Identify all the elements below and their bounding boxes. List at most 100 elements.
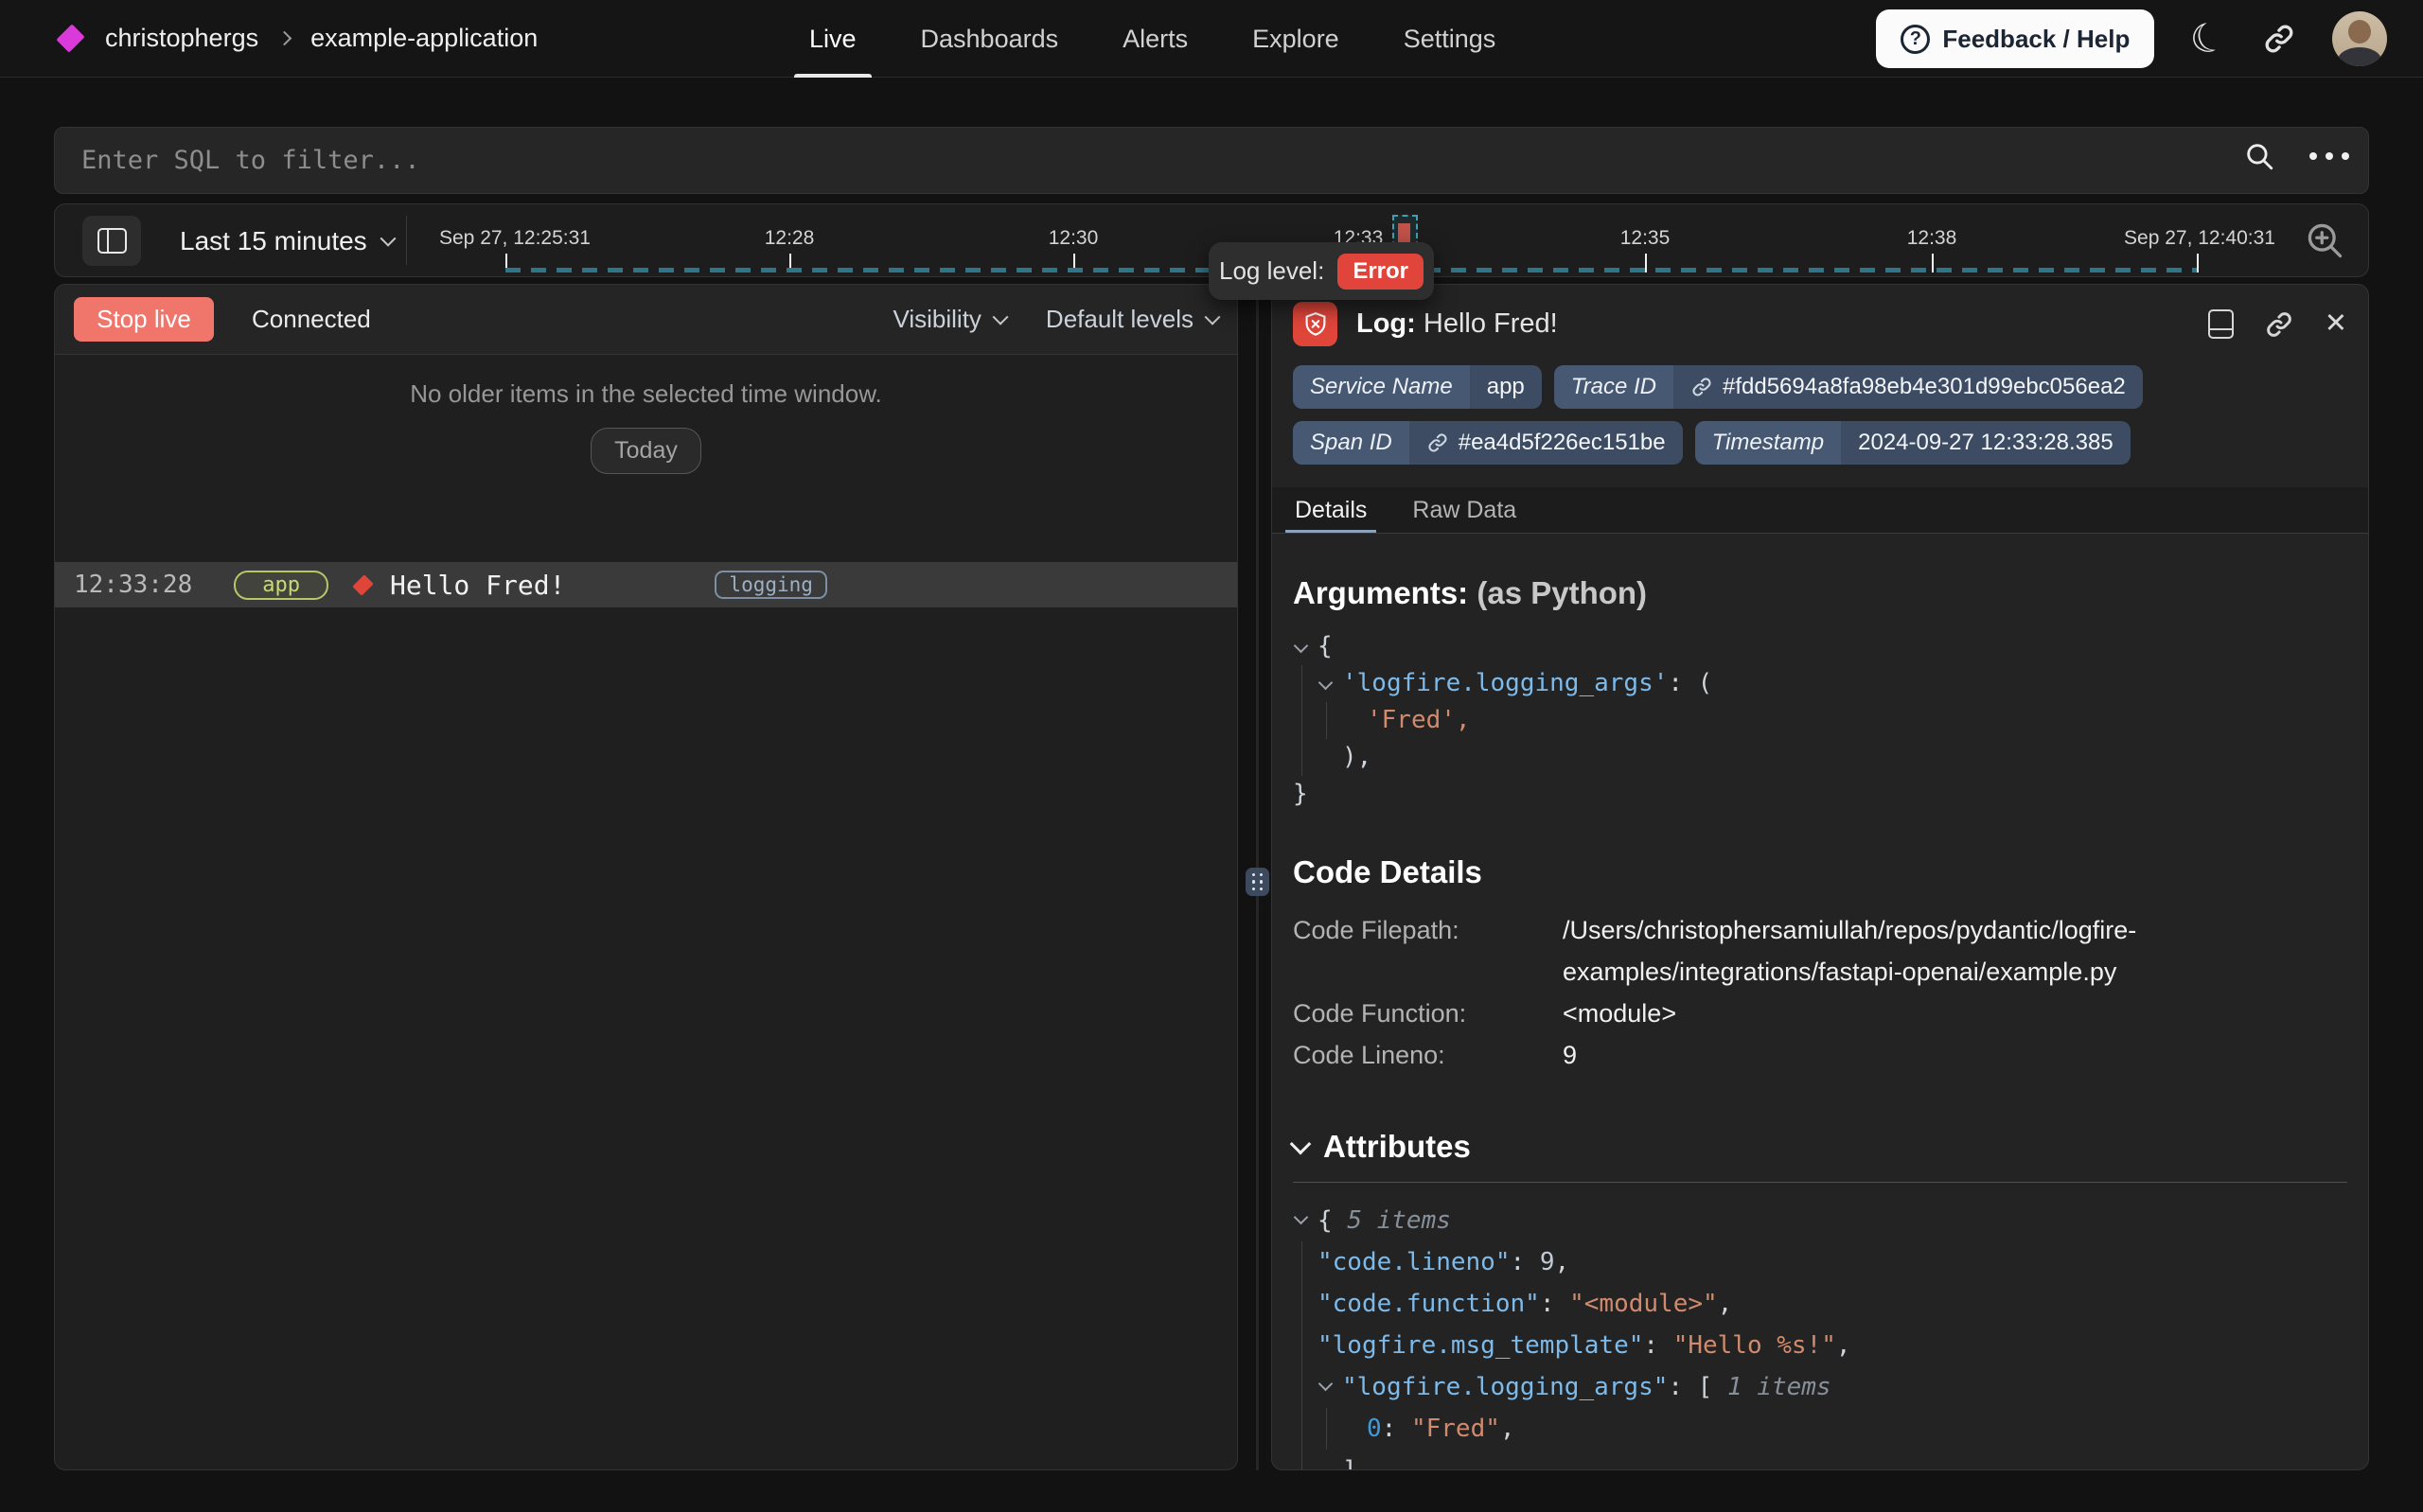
arguments-heading: Arguments: (as Python) <box>1293 575 2347 611</box>
link-icon <box>1426 431 1449 454</box>
arguments-python-tree[interactable]: {'logfire.logging_args': ('Fred',),} <box>1293 628 2347 813</box>
tab-dashboards[interactable]: Dashboards <box>921 0 1059 78</box>
code-details-heading: Code Details <box>1293 854 2347 890</box>
kv-value: /Users/christophersamiullah/repos/pydant… <box>1563 909 2216 993</box>
tab-details[interactable]: Details <box>1295 487 1367 533</box>
code-details-rows: Code Filepath: /Users/christophersamiull… <box>1293 909 2347 1076</box>
avatar-head <box>2348 20 2371 44</box>
error-shield-icon <box>1293 302 1337 346</box>
log-timestamp: 12:33:28 <box>74 571 192 599</box>
tab-live[interactable]: Live <box>809 0 857 78</box>
collapse-chevron-icon[interactable] <box>1290 1134 1312 1155</box>
zoom-in-icon <box>2304 220 2345 261</box>
time-range-label: Last 15 minutes <box>180 226 367 256</box>
service-tag[interactable]: app <box>234 571 328 600</box>
sidebar-toggle-button[interactable] <box>82 216 141 266</box>
divider <box>406 216 407 265</box>
code-function-row: Code Function: <module> <box>1293 993 2347 1034</box>
kv-value: <module> <box>1563 993 1676 1034</box>
panel-left-icon <box>97 228 127 254</box>
filter-icons <box>2243 140 2349 172</box>
connection-status: Connected <box>252 305 371 334</box>
close-icon[interactable]: ✕ <box>2325 310 2347 338</box>
user-avatar[interactable] <box>2332 11 2387 66</box>
badge-label: Trace ID <box>1554 365 1673 409</box>
tab-settings[interactable]: Settings <box>1404 0 1496 78</box>
code-filepath-row: Code Filepath: /Users/christophersamiull… <box>1293 909 2347 993</box>
breadcrumb: christophergs example-application <box>105 24 538 53</box>
span-id-value: #ea4d5f226ec151be <box>1459 430 1666 456</box>
log-row[interactable]: 12:33:28 app Hello Fred! logging <box>55 562 1237 607</box>
kv-value: 9 <box>1563 1034 1577 1076</box>
error-level-badge: Error <box>1337 254 1424 290</box>
chevron-down-icon <box>992 308 1008 325</box>
search-icon[interactable] <box>2243 140 2275 172</box>
logfire-logo-icon[interactable] <box>56 24 84 52</box>
badge-label: Timestamp <box>1695 421 1841 465</box>
feedback-help-label: Feedback / Help <box>1942 25 2130 54</box>
dock-panel-icon[interactable] <box>2208 309 2234 339</box>
attributes-heading: Attributes <box>1293 1129 2347 1165</box>
attributes-json-tree[interactable]: { 5 items"code.lineno": 9,"code.function… <box>1293 1200 2347 1470</box>
chevron-down-icon <box>1205 308 1221 325</box>
detail-title: Log: Hello Fred! <box>1356 308 1558 340</box>
default-levels-label: Default levels <box>1046 305 1194 334</box>
chevron-right-icon <box>277 31 292 46</box>
live-panel-header: Stop live Connected Visibility Default l… <box>55 285 1237 355</box>
timeline-label-end: Sep 27, 12:40:31 <box>2124 227 2275 250</box>
breadcrumb-project[interactable]: example-application <box>310 24 538 53</box>
detail-header: Log: Hello Fred! ✕ <box>1293 302 2347 346</box>
span-id-badge[interactable]: Span ID #ea4d5f226ec151be <box>1293 421 1683 465</box>
share-link-icon[interactable] <box>2262 22 2296 56</box>
metadata-badges: Service Name app Trace ID #fdd5694a8fa98… <box>1293 365 2145 465</box>
avatar-body <box>2338 47 2381 66</box>
tooltip-label: Log level: <box>1219 256 1324 286</box>
tab-explore[interactable]: Explore <box>1252 0 1339 78</box>
timeline-label: 12:30 <box>1049 227 1099 250</box>
trace-id-badge[interactable]: Trace ID #fdd5694a8fa98eb4e301d99ebc056e… <box>1554 365 2143 409</box>
trace-id-value: #fdd5694a8fa98eb4e301d99ebc056ea2 <box>1723 374 2126 400</box>
badge-label: Service Name <box>1293 365 1470 409</box>
log-level-tooltip: Log level: Error <box>1209 242 1434 300</box>
kv-label: Code Filepath: <box>1293 909 1563 993</box>
today-button[interactable]: Today <box>591 428 701 474</box>
more-options-icon[interactable] <box>2309 152 2349 160</box>
detail-tabs: Details Raw Data <box>1272 487 2368 534</box>
attributes-divider <box>1293 1182 2347 1183</box>
scope-tag[interactable]: logging <box>715 571 827 599</box>
stop-live-button[interactable]: Stop live <box>74 297 214 342</box>
tab-raw-data[interactable]: Raw Data <box>1412 487 1516 533</box>
breadcrumb-org[interactable]: christophergs <box>105 24 258 53</box>
help-icon: ? <box>1901 25 1930 54</box>
detail-title-kind: Log: <box>1356 308 1416 339</box>
feedback-help-button[interactable]: ? Feedback / Help <box>1876 9 2154 68</box>
arguments-subheading: (as Python) <box>1477 575 1647 610</box>
top-nav: christophergs example-application Live D… <box>0 0 2423 78</box>
error-level-icon <box>352 574 373 595</box>
default-levels-dropdown[interactable]: Default levels <box>1046 305 1218 334</box>
kv-label: Code Function: <box>1293 993 1563 1034</box>
badge-label: Span ID <box>1293 421 1409 465</box>
copy-link-icon[interactable] <box>2264 309 2294 340</box>
badge-value: app <box>1470 365 1542 409</box>
timeline-label: 12:28 <box>765 227 815 250</box>
tab-alerts[interactable]: Alerts <box>1123 0 1188 78</box>
timestamp-value: 2024-09-27 12:33:28.385 <box>1841 421 2131 465</box>
sql-filter-input[interactable] <box>54 127 2369 194</box>
nav-right-cluster: ? Feedback / Help ☾ <box>1876 0 2387 78</box>
timeline-label: 12:38 <box>1907 227 1957 250</box>
time-range-dropdown[interactable]: Last 15 minutes <box>180 204 394 278</box>
panel-resize-handle[interactable] <box>1246 868 1269 896</box>
kv-label: Code Lineno: <box>1293 1034 1563 1076</box>
live-logs-panel: Stop live Connected Visibility Default l… <box>54 284 1238 1470</box>
visibility-dropdown[interactable]: Visibility <box>893 305 1005 334</box>
dark-mode-icon[interactable]: ☾ <box>2185 14 2232 63</box>
zoom-in-button[interactable] <box>2302 218 2347 263</box>
log-detail-panel: Log: Hello Fred! ✕ Service Name app Trac… <box>1271 284 2369 1470</box>
empty-window-message: No older items in the selected time wind… <box>55 379 1237 409</box>
timeline-tick <box>2197 254 2199 273</box>
link-icon <box>1690 376 1713 398</box>
timeline-label: 12:35 <box>1620 227 1671 250</box>
detail-actions: ✕ <box>2208 309 2347 340</box>
logfire-app: christophergs example-application Live D… <box>0 0 2423 1512</box>
